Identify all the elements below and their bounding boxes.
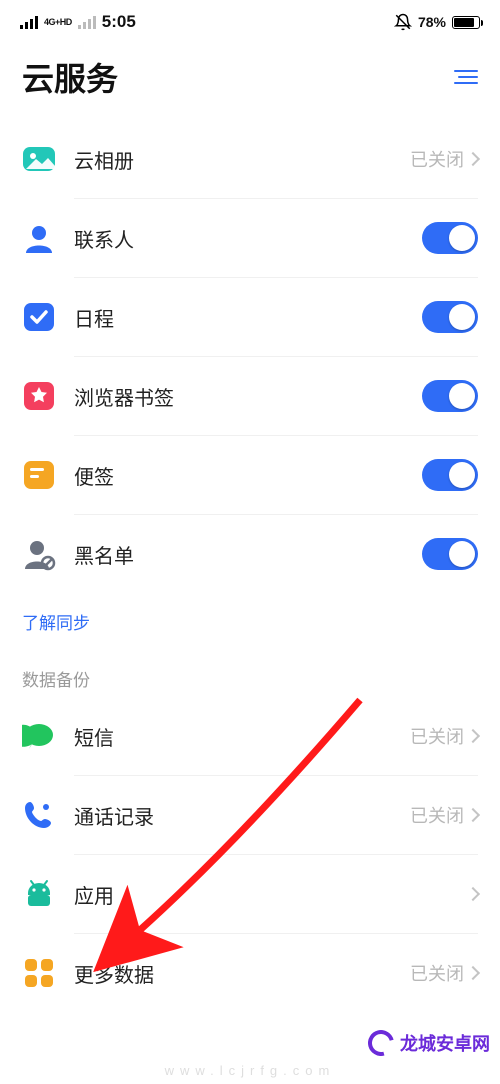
row-label: 便签 (74, 461, 422, 490)
row-label: 应用 (74, 880, 468, 909)
contact-icon (22, 221, 56, 255)
toggle-bookmarks[interactable] (422, 380, 478, 412)
grid-icon (22, 956, 56, 990)
phone-icon (22, 798, 56, 832)
toggle-calendar[interactable] (422, 301, 478, 333)
row-bookmarks[interactable]: 浏览器书签 (0, 357, 500, 435)
battery-icon (452, 16, 480, 29)
battery-percent: 78% (418, 14, 446, 30)
watermark-url: www.lcjrfg.com (0, 1063, 500, 1078)
toggle-blocklist[interactable] (422, 538, 478, 570)
menu-button[interactable] (454, 70, 478, 84)
row-status: 已关闭 (410, 723, 464, 749)
row-apps[interactable]: 应用 (0, 855, 500, 933)
photo-icon (22, 142, 56, 176)
row-more-data[interactable]: 更多数据 已关闭 (0, 934, 500, 1012)
row-status: 已关闭 (410, 960, 464, 986)
page-title: 云服务 (22, 54, 118, 100)
chevron-right-icon (466, 966, 480, 980)
row-calendar[interactable]: 日程 (0, 278, 500, 356)
settings-list: 云相册 已关闭 联系人 日程 浏览器书签 便签 (0, 110, 500, 1012)
row-label: 更多数据 (74, 959, 410, 988)
row-status: 已关闭 (410, 802, 464, 828)
bookmark-star-icon (22, 379, 56, 413)
row-notes[interactable]: 便签 (0, 436, 500, 514)
row-label: 通话记录 (74, 801, 410, 830)
sms-icon (22, 719, 56, 753)
row-calllog[interactable]: 通话记录 已关闭 (0, 776, 500, 854)
note-icon (22, 458, 56, 492)
row-contacts[interactable]: 联系人 (0, 199, 500, 277)
toggle-notes[interactable] (422, 459, 478, 491)
bell-off-icon (394, 13, 412, 31)
android-icon (22, 877, 56, 911)
chevron-right-icon (466, 729, 480, 743)
chevron-right-icon (466, 152, 480, 166)
watermark-brand: 龙城安卓网 (368, 1030, 490, 1056)
row-sms[interactable]: 短信 已关闭 (0, 697, 500, 775)
network-label: 4G+HD (44, 18, 72, 27)
chevron-right-icon (466, 887, 480, 901)
link-learn-sync[interactable]: 了解同步 (0, 593, 500, 650)
toggle-contacts[interactable] (422, 222, 478, 254)
calendar-check-icon (22, 300, 56, 334)
chevron-right-icon (466, 808, 480, 822)
section-backup-title: 数据备份 (0, 650, 500, 697)
row-blocklist[interactable]: 黑名单 (0, 515, 500, 593)
row-label: 短信 (74, 722, 410, 751)
row-label: 云相册 (74, 145, 410, 174)
watermark-brand-text: 龙城安卓网 (400, 1030, 490, 1056)
signal-icon-1 (20, 15, 38, 29)
signal-icon-2 (78, 15, 96, 29)
row-label: 浏览器书签 (74, 382, 422, 411)
clock: 5:05 (102, 12, 136, 32)
row-label: 日程 (74, 303, 422, 332)
blocklist-icon (22, 537, 56, 571)
watermark-logo-icon (363, 1025, 399, 1061)
row-label: 黑名单 (74, 540, 422, 569)
row-label: 联系人 (74, 224, 422, 253)
page-header: 云服务 (0, 36, 500, 110)
status-bar: 4G+HD 5:05 78% (0, 0, 500, 36)
row-status: 已关闭 (410, 146, 464, 172)
row-cloud-photo[interactable]: 云相册 已关闭 (0, 120, 500, 198)
